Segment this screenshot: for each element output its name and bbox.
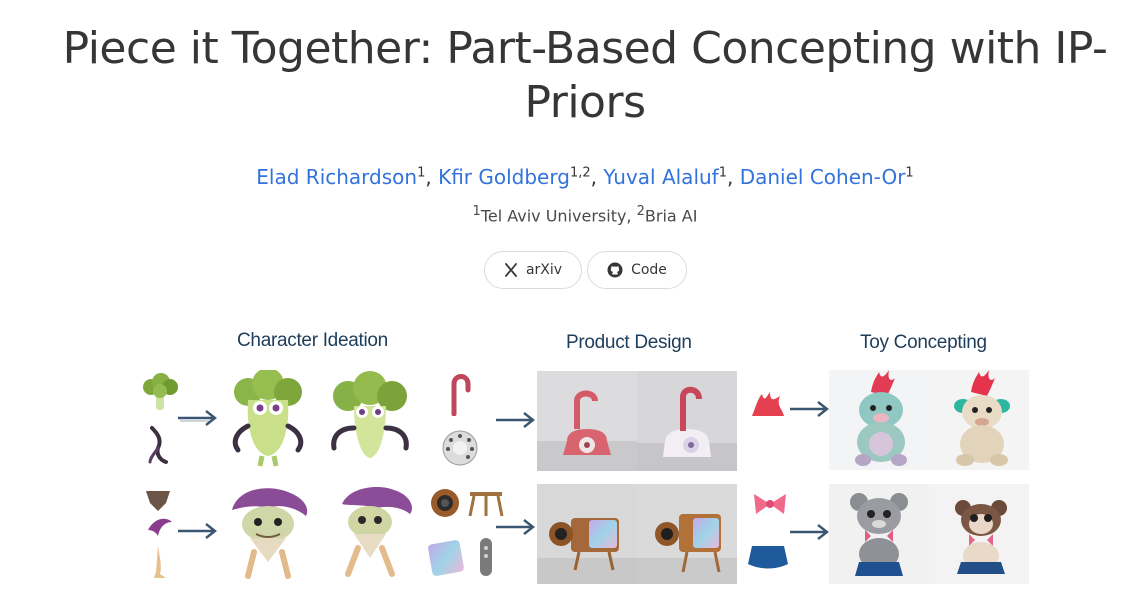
author-separator: , [425, 165, 439, 189]
author-list: Elad Richardson 1, Kfir Goldberg1,2, Yuva… [0, 165, 1140, 189]
author-affiliation-mark: 1,2 [569, 165, 591, 181]
affiliation-mark: 1 [472, 204, 481, 219]
author-link-daniel-cohen-or[interactable]: Daniel Cohen-Or [740, 165, 906, 189]
shell-part-image [146, 491, 170, 511]
character-ideation-title: Character Ideation [237, 330, 388, 351]
toy-result-image [829, 370, 929, 470]
character-result-image [218, 370, 318, 470]
product-result-image [637, 371, 737, 471]
arrow-icon [496, 519, 535, 535]
camera-lens-part-image [431, 489, 459, 517]
affiliation-tel-aviv: Tel Aviv University, [480, 206, 637, 226]
author-separator: , [727, 165, 740, 189]
code-button[interactable]: Code [587, 251, 687, 289]
product-result-image [537, 371, 637, 471]
product-result-image [537, 484, 637, 584]
iridescent-panel-part-image [428, 540, 464, 576]
toy-result-image [829, 484, 929, 584]
rotary-dial-part-image [442, 430, 478, 466]
page-title: Piece it Together: Part-Based Concepting… [62, 23, 1108, 128]
toy-result-image [929, 484, 1029, 584]
character-result-image [320, 370, 420, 470]
author-link-kfir-goldberg[interactable]: Kfir Goldberg [438, 165, 570, 189]
arxiv-x-icon [504, 263, 518, 277]
purple-hair-part-image [148, 518, 172, 536]
character-result-image [320, 482, 420, 582]
toy-result-image [929, 370, 1029, 470]
toy-concepting-title: Toy Concepting [860, 332, 987, 353]
arxiv-button[interactable]: arXiv [484, 251, 582, 289]
author-link-yuval-alaluf[interactable]: Yuval Alaluf [603, 165, 718, 189]
arrow-icon [790, 524, 829, 540]
character-result-image [218, 482, 318, 582]
arrow-icon [496, 412, 535, 428]
arrow-icon [790, 401, 829, 417]
pink-bow-part-image [754, 494, 786, 514]
author-link-elad-richardson[interactable]: Elad Richardson [256, 165, 417, 189]
affiliation-bria: Bria AI [644, 206, 698, 226]
affiliations: 1Tel Aviv University, 2Bria AI [0, 204, 1140, 225]
arrow-icon [178, 523, 217, 539]
arxiv-button-label: arXiv [525, 262, 563, 278]
faucet-part-image [451, 374, 471, 416]
stool-legs-part-image [468, 492, 504, 517]
author-separator: , [590, 165, 604, 189]
github-icon [607, 262, 623, 278]
code-button-label: Code [631, 262, 667, 278]
red-crest-part-image [752, 392, 784, 416]
remote-part-image [480, 538, 492, 576]
product-result-image [637, 484, 737, 584]
author-affiliation-mark: 1 [905, 165, 914, 181]
arrow-icon [178, 410, 217, 426]
leg-part-image [154, 546, 166, 578]
blue-skirt-part-image [748, 546, 788, 569]
broccoli-part-image [143, 373, 178, 410]
product-design-title: Product Design [566, 332, 692, 353]
claw-part-image [148, 426, 168, 464]
author-affiliation-mark: 1 [718, 165, 727, 181]
affiliation-mark: 2 [636, 204, 645, 219]
